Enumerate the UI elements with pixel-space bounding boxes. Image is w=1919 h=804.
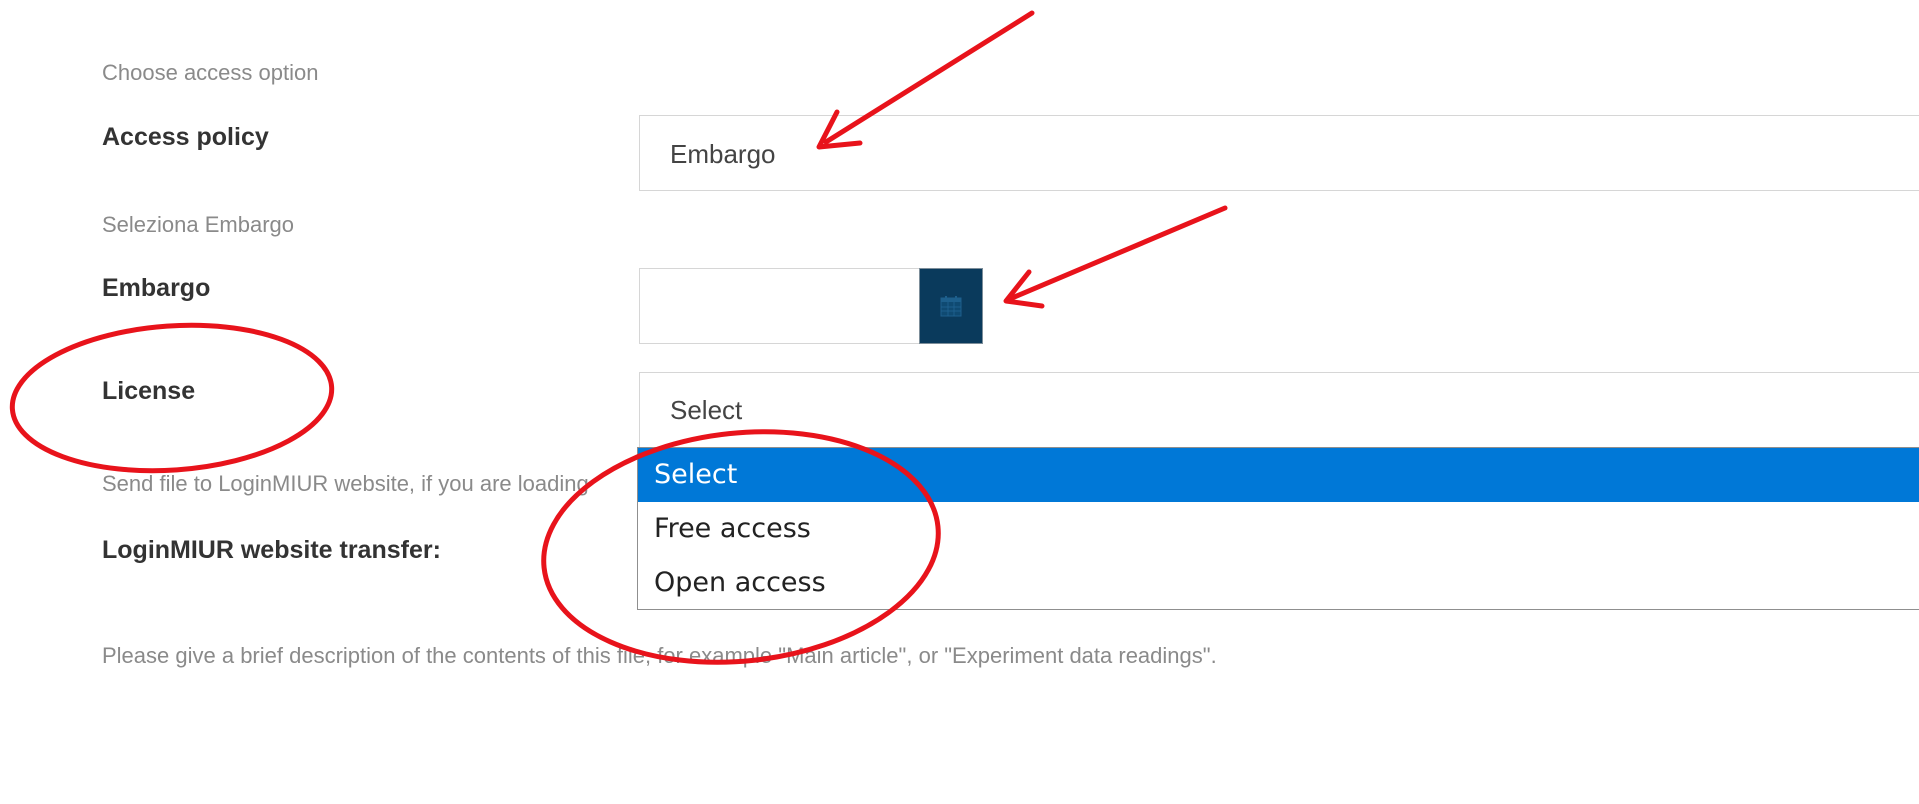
license-select[interactable]: Select <box>639 372 1919 448</box>
embargo-hint: Seleziona Embargo <box>102 212 295 237</box>
calendar-button[interactable] <box>919 268 983 344</box>
calendar-icon <box>940 296 962 317</box>
transfer-hint: Send file to LoginMIUR website, if you a… <box>102 471 589 496</box>
description-hint: Please give a brief description of the c… <box>102 643 1217 668</box>
transfer-label: LoginMIUR website transfer: <box>102 536 441 564</box>
access-policy-label: Access policy <box>102 123 269 151</box>
arrow-shaft-calendar <box>1009 205 1228 301</box>
embargo-date-input[interactable] <box>639 268 921 344</box>
license-dropdown-list: Select Free access Open access <box>637 447 1919 610</box>
license-selected-value: Select <box>670 395 743 425</box>
access-hint: Choose access option <box>102 60 319 85</box>
license-label: License <box>102 377 196 405</box>
license-option-open-access[interactable]: Open access <box>638 556 1919 610</box>
license-option-free-access[interactable]: Free access <box>638 502 1919 556</box>
license-option-select[interactable]: Select <box>638 448 1919 502</box>
access-policy-select[interactable]: Embargo <box>639 115 1919 191</box>
arrow-head-calendar <box>1003 269 1045 309</box>
access-policy-value: Embargo <box>670 139 776 169</box>
embargo-label: Embargo <box>102 274 211 302</box>
